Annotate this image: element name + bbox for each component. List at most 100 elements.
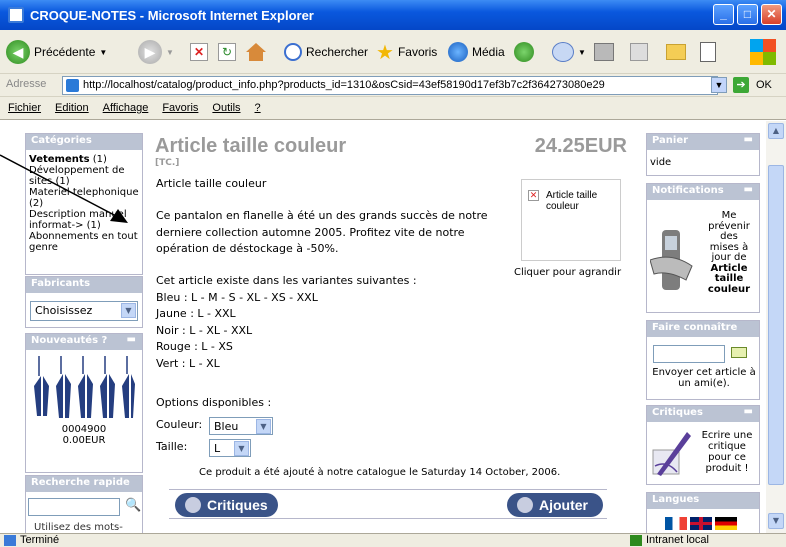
- refresh-button[interactable]: ↻: [218, 38, 236, 66]
- tell-a-friend-text: Envoyer cet article à un ami(e).: [652, 367, 756, 389]
- scroll-down-icon[interactable]: ▼: [768, 513, 784, 529]
- color-label: Couleur:: [156, 418, 203, 431]
- notification-product[interactable]: taille: [699, 273, 759, 285]
- menu-help[interactable]: ?: [255, 102, 261, 114]
- messenger-button[interactable]: [700, 38, 716, 66]
- address-dropdown-icon[interactable]: ▼: [711, 77, 727, 93]
- minimize-button[interactable]: _: [713, 4, 734, 25]
- folder-button[interactable]: [666, 38, 686, 66]
- variant-line: Bleu : L - M - S - XL - XS - XXL: [156, 290, 318, 304]
- cart-title: Panier: [652, 135, 689, 146]
- menu-fichier[interactable]: Fichier: [8, 102, 41, 114]
- languages-box: Langues: [646, 492, 760, 533]
- address-label: Adresse: [6, 78, 47, 90]
- flag-germany-icon[interactable]: [715, 517, 737, 530]
- cart-icon: [517, 497, 533, 513]
- scroll-thumb[interactable]: [768, 165, 784, 485]
- notification-line: des: [720, 231, 738, 242]
- notifications-header: Notifications ▬: [647, 184, 759, 200]
- back-button[interactable]: ◀ Précédente ▼: [6, 38, 107, 66]
- add-to-cart-button[interactable]: Ajouter: [507, 493, 603, 517]
- search-magnifier-icon[interactable]: 🔍: [125, 498, 141, 513]
- menu-edition[interactable]: Edition: [55, 102, 89, 114]
- search-button[interactable]: Rechercher: [284, 38, 368, 66]
- stop-icon: ✕: [190, 43, 208, 61]
- size-selected: L: [214, 442, 221, 455]
- menu-affichage[interactable]: Affichage: [103, 102, 149, 114]
- new-product-code[interactable]: 0004900: [26, 424, 142, 435]
- description-line: opération de déstockage à -50%.: [156, 242, 339, 255]
- notification-line: Me: [721, 210, 737, 221]
- flag-france-icon[interactable]: [665, 517, 687, 530]
- new-product-image[interactable]: [29, 356, 139, 432]
- notification-phone-icon[interactable]: [650, 226, 694, 296]
- reviews-button[interactable]: Critiques: [175, 493, 278, 517]
- collapse-icon[interactable]: ▬: [744, 406, 753, 417]
- history-icon: [514, 42, 534, 62]
- collapse-icon[interactable]: ▬: [744, 134, 753, 145]
- review-line: produit !: [705, 463, 749, 474]
- address-url: http://localhost/catalog/product_info.ph…: [83, 79, 605, 91]
- tell-a-friend-box: Faire connaître Envoyer cet article à un…: [646, 320, 760, 400]
- windows-flag-icon: [750, 39, 776, 65]
- size-select[interactable]: L ▼: [209, 439, 251, 457]
- intranet-zone-icon: [630, 535, 642, 546]
- menu-favoris[interactable]: Favoris: [162, 102, 198, 114]
- manufacturer-selected: Choisissez: [35, 304, 93, 317]
- quick-search-input[interactable]: [28, 498, 120, 516]
- mail-icon: [552, 42, 574, 62]
- stop-button[interactable]: ✕: [190, 38, 208, 66]
- home-button[interactable]: [246, 38, 266, 66]
- product-added-date: Ce produit a été ajouté à notre catalogu…: [199, 467, 561, 478]
- go-arrow-icon[interactable]: ➔: [733, 77, 749, 93]
- forward-button[interactable]: ▶ ▼: [138, 38, 174, 66]
- options-title: Options disponibles :: [156, 396, 272, 409]
- collapse-icon[interactable]: ▬: [744, 184, 753, 195]
- search-icon: [284, 43, 302, 61]
- cart-box: Panier ▬ vide: [646, 133, 760, 176]
- variants-block: Cet article existe dans les variantes su…: [156, 273, 417, 372]
- color-selected: Bleu: [214, 420, 239, 433]
- notification-product[interactable]: couleur: [699, 284, 759, 296]
- back-arrow-icon: ◀: [6, 40, 30, 64]
- add-button-label: Ajouter: [539, 497, 588, 513]
- history-button[interactable]: [514, 38, 534, 66]
- enlarge-link[interactable]: Cliquer pour agrandir: [514, 267, 621, 278]
- favorites-button[interactable]: ★ Favoris: [376, 38, 437, 66]
- menu-outils[interactable]: Outils: [212, 102, 240, 114]
- new-product-price: 0.00EUR: [62, 435, 106, 446]
- manufacturer-select[interactable]: Choisissez ▼: [30, 301, 138, 321]
- product-price: 24.25EUR: [534, 135, 627, 157]
- mail-button[interactable]: ▼: [552, 38, 586, 66]
- media-button[interactable]: Média: [448, 38, 505, 66]
- product-main: Article taille couleur 24.25EUR [TC.] Ar…: [155, 121, 635, 533]
- scroll-up-icon[interactable]: ▲: [768, 123, 784, 139]
- friend-email-input[interactable]: [653, 345, 725, 363]
- color-select[interactable]: Bleu ▼: [209, 417, 273, 435]
- edit-button[interactable]: [630, 38, 648, 66]
- product-title: Article taille couleur: [155, 135, 347, 157]
- collapse-icon[interactable]: ▬: [127, 334, 136, 345]
- print-button[interactable]: [594, 38, 614, 66]
- quick-search-box: Recherche rapide 🔍 Utilisez des mots-: [25, 475, 143, 533]
- envelope-icon[interactable]: [731, 347, 747, 358]
- new-products-header: Nouveautés ? ▬: [26, 334, 142, 350]
- back-label: Précédente: [34, 45, 96, 59]
- flag-uk-icon[interactable]: [690, 517, 712, 530]
- status-bar: Terminé Intranet local: [0, 533, 786, 547]
- vertical-scrollbar[interactable]: ▲ ▼: [766, 121, 786, 533]
- mail-dropdown-icon: ▼: [578, 47, 586, 57]
- windows-logo: [750, 38, 776, 66]
- product-model: [TC.]: [155, 158, 180, 168]
- manufacturers-box: Fabricants Choisissez ▼: [25, 276, 143, 328]
- address-input[interactable]: http://localhost/catalog/product_info.ph…: [62, 76, 718, 95]
- print-icon: [594, 43, 614, 61]
- close-button[interactable]: ✕: [761, 4, 782, 25]
- write-review-pen-icon[interactable]: [649, 428, 695, 478]
- forward-arrow-icon: ▶: [138, 40, 162, 64]
- go-button-label[interactable]: OK: [756, 79, 772, 91]
- product-image[interactable]: ✕ Article taille couleur: [521, 179, 621, 261]
- maximize-button[interactable]: □: [737, 4, 758, 25]
- edit-icon: [630, 43, 648, 61]
- product-image-alt: Article taille couleur: [546, 190, 598, 212]
